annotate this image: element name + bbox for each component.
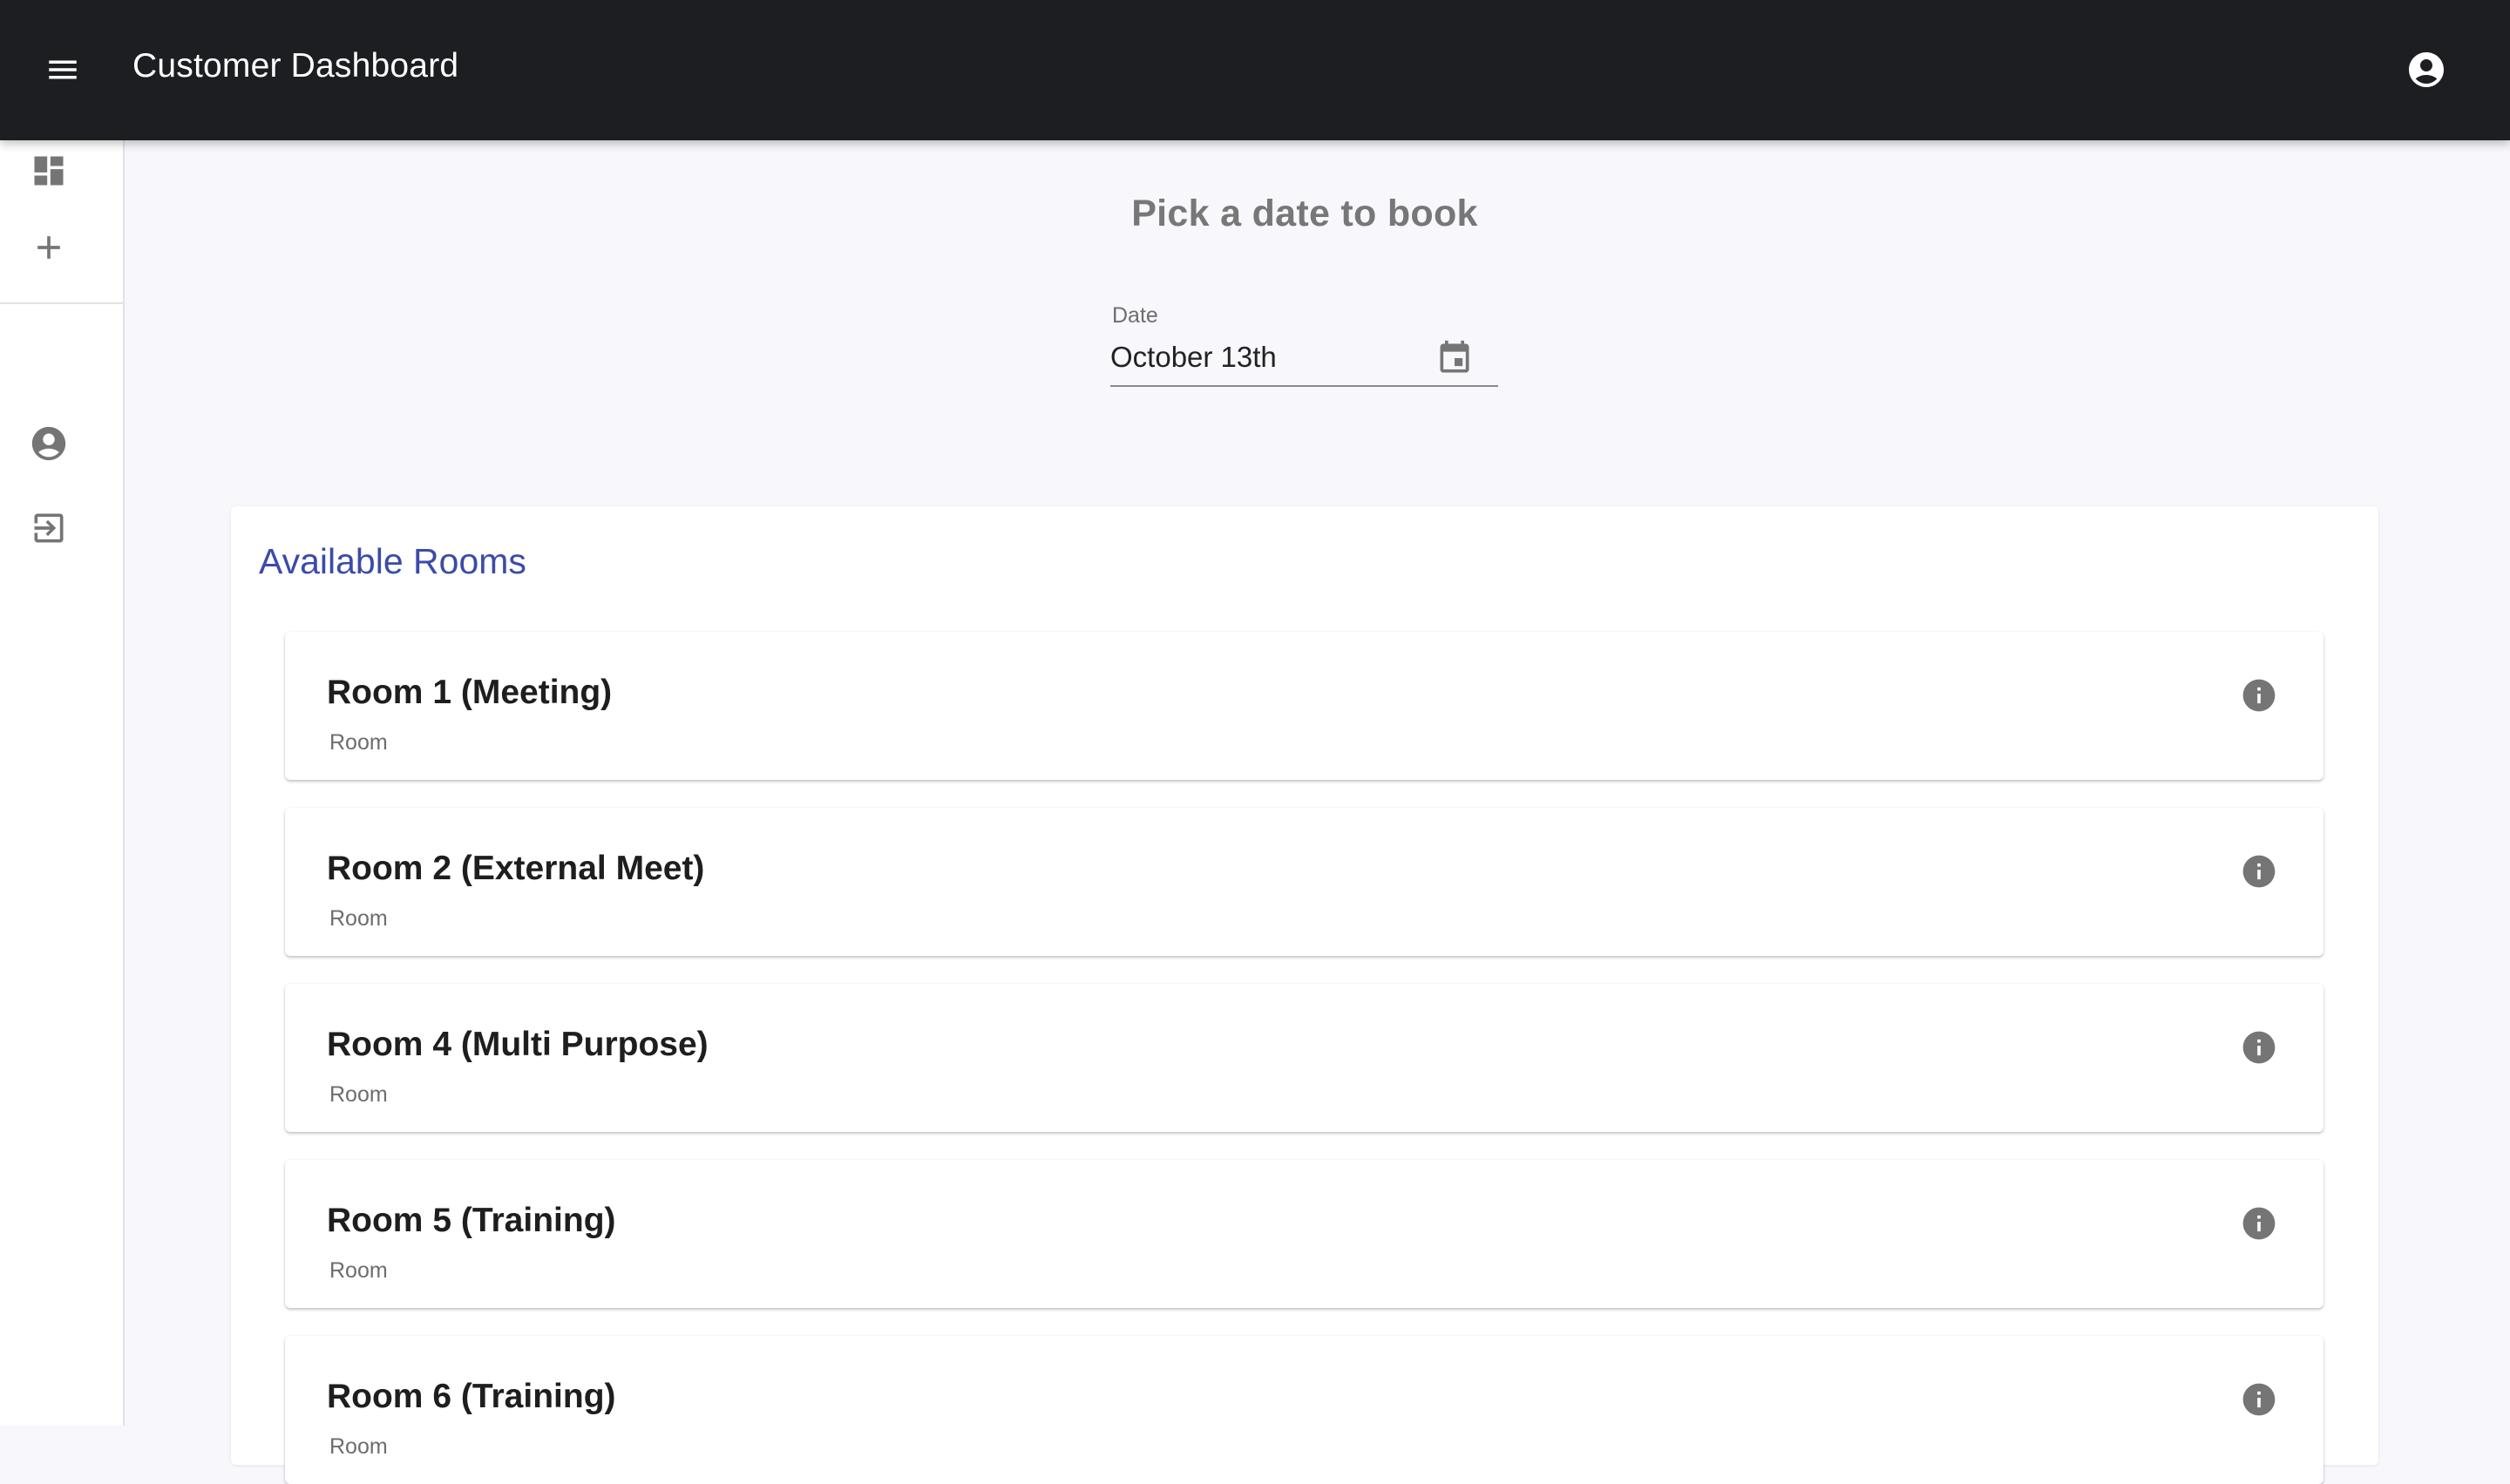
available-rooms-title: Available Rooms xyxy=(259,541,526,581)
room-type: Room xyxy=(329,1258,388,1283)
account-circle-icon[interactable] xyxy=(22,417,76,471)
date-underline xyxy=(1110,385,1498,387)
date-input[interactable] xyxy=(1110,335,1450,379)
sidebar-divider xyxy=(0,302,123,304)
room-type: Room xyxy=(329,1434,388,1459)
account-circle-icon[interactable] xyxy=(2398,42,2454,98)
plus-icon[interactable] xyxy=(22,220,76,274)
available-rooms-card: Available Rooms Room 1 (Meeting) Room Ro… xyxy=(231,506,2378,1484)
sidebar xyxy=(0,140,125,1426)
room-type: Room xyxy=(329,1082,388,1107)
date-label: Date xyxy=(1112,303,1158,328)
room-type: Room xyxy=(329,906,388,931)
login-icon[interactable] xyxy=(22,501,76,555)
room-name: Room 2 (External Meet) xyxy=(327,850,705,887)
room-card[interactable]: Room 1 (Meeting) Room xyxy=(285,632,2323,780)
room-type: Room xyxy=(329,730,388,755)
app-title: Customer Dashboard xyxy=(132,47,459,85)
info-icon[interactable] xyxy=(2235,1023,2283,1072)
main-content: Pick a date to book Date Available Rooms… xyxy=(125,140,2510,1484)
page-heading: Pick a date to book xyxy=(1131,193,1478,234)
app-bar: Customer Dashboard xyxy=(0,0,2510,140)
room-card[interactable]: Room 2 (External Meet) Room xyxy=(285,808,2323,956)
info-icon[interactable] xyxy=(2235,1199,2283,1248)
info-icon[interactable] xyxy=(2235,671,2283,720)
room-name: Room 1 (Meeting) xyxy=(327,674,613,711)
menu-icon[interactable] xyxy=(37,44,89,96)
info-icon[interactable] xyxy=(2235,847,2283,896)
info-icon[interactable] xyxy=(2235,1375,2283,1424)
room-card[interactable]: Room 6 (Training) Room xyxy=(285,1336,2323,1484)
room-card[interactable]: Room 4 (Multi Purpose) Room xyxy=(285,984,2323,1132)
room-name: Room 4 (Multi Purpose) xyxy=(327,1026,709,1063)
room-name: Room 6 (Training) xyxy=(327,1378,616,1415)
room-name: Room 5 (Training) xyxy=(327,1202,616,1239)
dashboard-icon[interactable] xyxy=(22,144,76,198)
room-card[interactable]: Room 5 (Training) Room xyxy=(285,1160,2323,1308)
calendar-icon[interactable] xyxy=(1430,334,1479,383)
